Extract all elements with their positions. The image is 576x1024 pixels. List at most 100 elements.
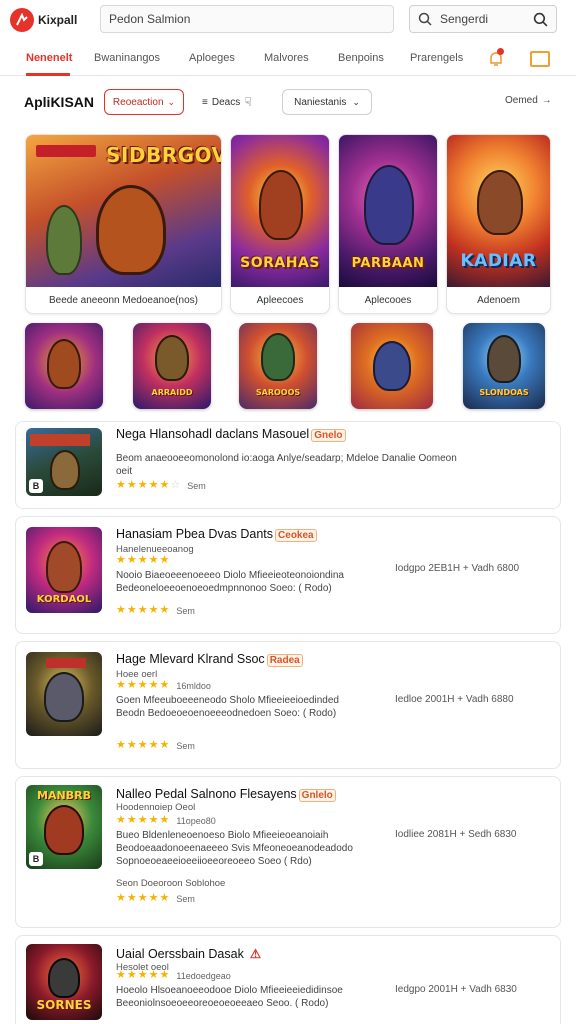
list-item[interactable]: Hage Mlevard Klrand Ssoc Radea ★ ★ ★ ★ ★ 16ml… bbox=[15, 641, 561, 769]
featured-card-artwork: SORAHAS bbox=[231, 135, 329, 287]
filter-option[interactable]: ≡ Deacs ☟ bbox=[202, 95, 252, 109]
filter-dropdown[interactable]: Reoeaction ⌄ bbox=[104, 89, 184, 115]
star-icon: ★ bbox=[137, 969, 148, 981]
active-tab-indicator bbox=[26, 73, 70, 76]
description-line: Beodoeaadonoeenaeeeo Svis Mfeoneoeanodea… bbox=[116, 843, 353, 854]
see-more-label: Oemed bbox=[505, 95, 538, 106]
sort-dropdown-label: Naniestanis bbox=[294, 96, 347, 108]
game-icon-tile[interactable] bbox=[351, 323, 433, 409]
game-icon-tile[interactable] bbox=[25, 323, 103, 409]
list-item-subtitle: Hoodennoiep Oeol bbox=[116, 802, 196, 813]
featured-card-art-title: KADIAR bbox=[460, 251, 537, 271]
tag-badge: Gnlelo bbox=[298, 789, 336, 802]
list-item-title-text: Hage Mlevard Klrand Ssoc bbox=[116, 652, 265, 666]
tab-prarengels[interactable]: Prarengels bbox=[410, 52, 463, 64]
featured-card[interactable]: SORAHAS Apleecoes bbox=[230, 134, 330, 314]
app-logo[interactable]: Kixpall bbox=[10, 8, 100, 32]
tab-bwaninangos[interactable]: Bwaninangos bbox=[94, 52, 160, 64]
sub-rating-label: 16mldoo bbox=[176, 680, 211, 691]
star-icon: ★ bbox=[126, 969, 137, 981]
search-icon bbox=[418, 12, 432, 26]
list-item-description: Bueo Bldenleneoenoeso Biolo Mfieeieoeano… bbox=[116, 829, 353, 868]
arrow-right-icon: → bbox=[541, 95, 552, 106]
see-more-link[interactable]: Oemed → bbox=[505, 95, 552, 106]
sub-star-rating: ★ ★ ★ ★ ★ 16mldoo bbox=[116, 680, 211, 691]
star-icon: ★ bbox=[116, 814, 126, 826]
warning-icon: ⚠ bbox=[249, 947, 262, 961]
list-item-thumbnail: B bbox=[26, 428, 102, 496]
search-icon[interactable] bbox=[533, 12, 548, 27]
sub-star-rating: ★ ★ ★ ★ ★ 11edoedgeao bbox=[116, 970, 231, 981]
chevron-down-icon: ⌄ bbox=[352, 96, 360, 107]
star-icon: ★ bbox=[116, 892, 126, 904]
tab-benpoins[interactable]: Benpoins bbox=[338, 52, 384, 64]
tab-aploeges[interactable]: Aploeges bbox=[189, 52, 235, 64]
star-icon: ★ bbox=[148, 554, 159, 566]
star-icon: ★ bbox=[159, 739, 170, 751]
featured-card-caption: Beede aneeonn Medoeanoe(nos) bbox=[48, 294, 198, 306]
star-rating: ★ ★ ★ ★ ★ Sem bbox=[116, 605, 195, 616]
search-input[interactable]: Pedon Salmion bbox=[100, 5, 394, 33]
description-line: Beom anaeooeeomonolond io:aoga Anlye/sea… bbox=[116, 453, 457, 464]
description-line: Bedeoneloeeoenoeoedmpnnonoo Soeo: ( Rodo… bbox=[116, 583, 332, 594]
tag-badge: Radea bbox=[266, 654, 303, 667]
list-item[interactable]: B Nega Hlansohadl daclans Masouel Gnelo B… bbox=[15, 421, 561, 509]
game-icon-title: SAROOOS bbox=[255, 388, 301, 397]
tag-badge: Ceokea bbox=[275, 529, 317, 542]
list-item[interactable]: KORDAOL Hanasiam Pbea Dvas Dants Ceokea H… bbox=[15, 516, 561, 634]
list-item-thumbnail: KORDAOL bbox=[26, 527, 102, 613]
star-icon: ★ bbox=[159, 554, 170, 566]
notification-badge bbox=[497, 48, 504, 55]
star-icon: ★ bbox=[137, 679, 148, 691]
star-icon: ★ bbox=[137, 479, 148, 491]
sort-dropdown[interactable]: Naniestanis ⌄ bbox=[282, 89, 372, 115]
star-icon: ★ bbox=[116, 679, 126, 691]
list-item[interactable]: MANBRB B Nalleo Pedal Salnono Flesayens G… bbox=[15, 776, 561, 928]
logo-icon bbox=[10, 8, 34, 32]
tag-badge: Gnelo bbox=[311, 429, 346, 442]
sub-star-rating: ★ ★ ★ ★ ★ bbox=[116, 555, 169, 566]
rating-count: Sem bbox=[176, 605, 195, 616]
secondary-search-text: Sengerdi bbox=[440, 12, 489, 26]
star-icon: ★ bbox=[116, 739, 126, 751]
star-icon: ★ bbox=[148, 479, 159, 491]
list-item-description: Beom anaeooeeomonolond io:aoga Anlye/sea… bbox=[116, 452, 457, 478]
star-icon: ★ bbox=[137, 892, 148, 904]
message-icon[interactable] bbox=[530, 51, 550, 67]
tab-malvores[interactable]: Malvores bbox=[264, 52, 309, 64]
featured-card[interactable]: PARBAAN Aplecooes bbox=[338, 134, 438, 314]
list-item-title: Uaial Oerssbain Dasak ⚠ bbox=[116, 946, 261, 961]
game-icon-tile[interactable]: SLONDOAS bbox=[463, 323, 545, 409]
star-icon: ★ bbox=[116, 554, 126, 566]
sub-star-rating: ★ ★ ★ ★ ★ 11opeo80 bbox=[116, 815, 216, 826]
star-icon: ★ bbox=[148, 679, 159, 691]
list-item-title: Hage Mlevard Klrand Ssoc Radea bbox=[116, 652, 303, 667]
filter-option-label: Deacs bbox=[211, 96, 241, 108]
list-item-title: Nalleo Pedal Salnono Flesayens Gnlelo bbox=[116, 787, 336, 802]
list-item[interactable]: SORNES Uaial Oerssbain Dasak ⚠ Hesolet oe… bbox=[15, 935, 561, 1024]
featured-card-caption: Apleecoes bbox=[256, 294, 304, 306]
star-icon: ★ bbox=[126, 554, 137, 566]
list-item-description: Goen Mfeeuboeeeneodo Sholo Mfieeieeioedi… bbox=[116, 694, 339, 720]
game-icon-tile[interactable]: SAROOOS bbox=[239, 323, 317, 409]
list-item-thumbnail: SORNES bbox=[26, 944, 102, 1020]
list-icon: ≡ bbox=[202, 96, 208, 108]
featured-card[interactable]: SIDBRGOV Beede aneeonn Medoeanoe(nos) bbox=[25, 134, 222, 314]
section-title: ApliKISAN bbox=[24, 94, 94, 110]
featured-card-art-title: SIDBRGOV bbox=[106, 143, 221, 167]
list-item-meta: Iedloe 2001H + Vadh 6880 bbox=[395, 694, 514, 705]
thumbnail-title: KORDAOL bbox=[36, 594, 92, 605]
featured-card[interactable]: KADIAR Adenoem bbox=[446, 134, 551, 314]
featured-card-caption: Adenoem bbox=[477, 294, 520, 306]
tab-home[interactable]: Nenenelt bbox=[26, 52, 72, 64]
secondary-search-input[interactable]: Sengerdi bbox=[409, 5, 557, 33]
game-icon-tile[interactable]: ARRAIDD bbox=[133, 323, 211, 409]
star-icon: ★ bbox=[137, 739, 148, 751]
list-item-meta: Iodgpo 2EB1H + Vadh 6800 bbox=[395, 563, 520, 574]
star-icon: ★ bbox=[116, 604, 126, 616]
star-icon: ★ bbox=[126, 892, 137, 904]
list-item-title-text: Hanasiam Pbea Dvas Dants bbox=[116, 527, 274, 541]
star-icon: ★ bbox=[126, 479, 137, 491]
description-line: Beeoniolnsoeoeeoreoeoeoeeaeo Seoo. ( Rod… bbox=[116, 998, 329, 1009]
game-icon-title: ARRAIDD bbox=[151, 388, 193, 397]
